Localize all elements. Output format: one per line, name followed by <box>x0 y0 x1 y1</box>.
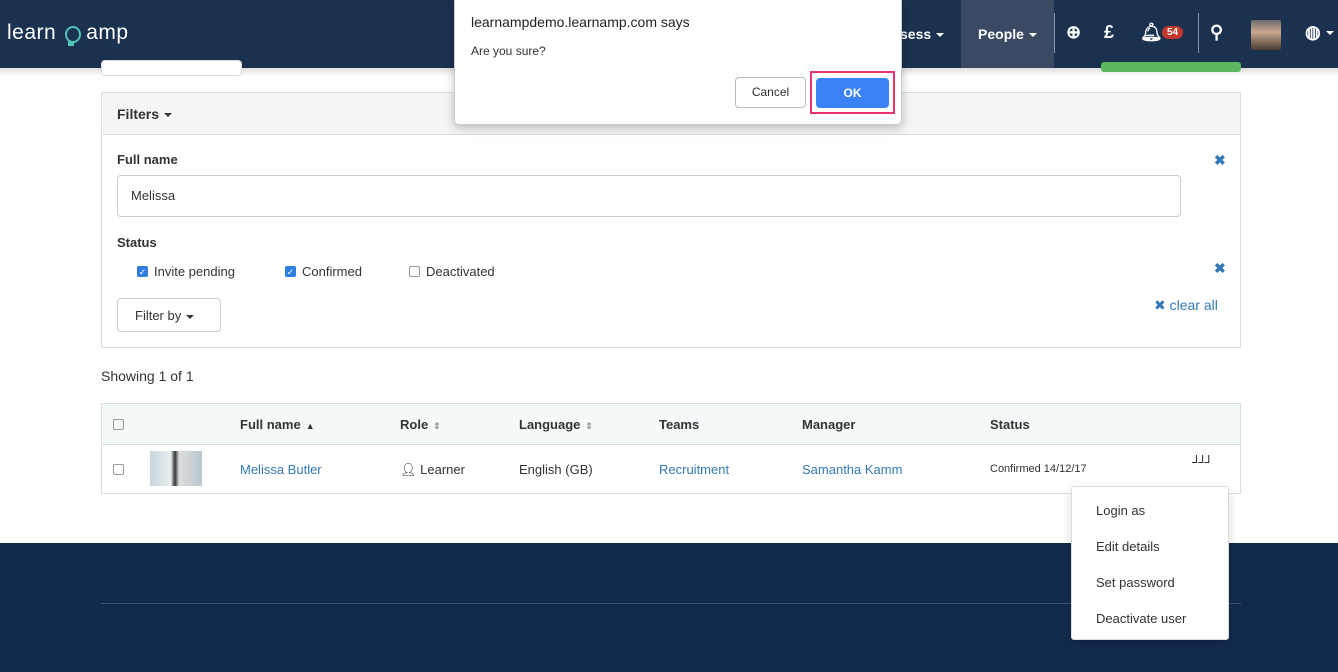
menu-item-login-as[interactable]: Login as <box>1072 495 1228 531</box>
user-role: 👤︎ Learner <box>400 462 465 477</box>
menu-item-deactivate-user[interactable]: Deactivate user <box>1072 603 1228 639</box>
top-button[interactable] <box>101 60 242 76</box>
actions-dropdown: Login as Edit details Set password Deact… <box>1071 486 1229 640</box>
menu-item-edit-details[interactable]: Edit details <box>1072 531 1228 567</box>
full-name-input[interactable]: Melissa <box>117 175 1181 217</box>
header-role[interactable]: Role ⇕ <box>400 417 441 432</box>
header-teams: Teams <box>659 417 700 432</box>
plus-circle-icon[interactable]: ⊕ <box>1066 22 1081 43</box>
header-status: Status <box>990 417 1030 432</box>
divider <box>1198 13 1199 53</box>
checkbox-deactivated[interactable]: Deactivated <box>409 264 495 279</box>
row-checkbox[interactable] <box>113 464 124 475</box>
menu-item-set-password[interactable]: Set password <box>1072 567 1228 603</box>
team-link[interactable]: Recruitment <box>659 462 729 477</box>
caret-down-icon <box>1028 33 1037 38</box>
user-language: English (GB) <box>519 462 593 477</box>
header-full-name[interactable]: Full name ▲ <box>240 417 315 432</box>
filter-by-button[interactable]: Filter by <box>117 298 221 332</box>
user-name-link[interactable]: Melissa Butler <box>240 462 322 477</box>
users-table: Full name ▲ Role ⇕ Language ⇕ Teams Manager… <box>101 403 1241 494</box>
table-row: Melissa Butler 👤︎ Learner English (GB) R… <box>102 445 1240 493</box>
caret-down-icon <box>936 33 945 38</box>
ok-button[interactable]: OK <box>816 78 889 108</box>
nav-item-people[interactable]: People <box>961 0 1054 68</box>
select-all-checkbox[interactable] <box>113 419 124 430</box>
user-icon: 👤︎ <box>400 462 417 477</box>
actions-menu-button[interactable]: ⅃⅃⅃ <box>1192 453 1210 466</box>
search-icon[interactable]: ⚲ <box>1210 22 1223 43</box>
bell-icon[interactable]: 🔔︎ <box>1140 22 1163 43</box>
pound-icon[interactable]: £ <box>1104 22 1114 43</box>
ok-highlight: OK <box>810 71 895 114</box>
green-button[interactable] <box>1101 62 1241 72</box>
header-manager: Manager <box>802 417 856 432</box>
remove-filter-icon[interactable]: ✖ <box>1214 152 1226 169</box>
checkbox-confirmed[interactable]: ✓ Confirmed <box>285 264 362 279</box>
logo[interactable]: learn amp <box>7 18 129 48</box>
lightbulb-icon <box>58 18 84 48</box>
avatar[interactable] <box>1251 20 1281 50</box>
user-photo <box>150 451 202 486</box>
manager-link[interactable]: Samantha Kamm <box>802 462 902 477</box>
checkbox-invite-pending[interactable]: ✓ Invite pending <box>137 264 235 279</box>
full-name-label: Full name <box>117 152 178 167</box>
confirm-dialog: learnampdemo.learnamp.com says Are you s… <box>454 0 902 125</box>
clear-all-link[interactable]: ✖ clear all <box>1154 297 1218 314</box>
user-status: Confirmed 14/12/17 <box>990 463 1087 475</box>
results-count: Showing 1 of 1 <box>101 368 194 384</box>
nav-item-assess[interactable]: sess <box>900 0 945 68</box>
filters-panel: Filters Full name Melissa ✖ Status ✓ Invi… <box>101 92 1241 348</box>
logo-text: learn <box>7 21 57 44</box>
dialog-message: Are you sure? <box>471 44 546 58</box>
globe-icon[interactable]: ◍ <box>1305 22 1334 43</box>
remove-filter-icon[interactable]: ✖ <box>1214 260 1226 277</box>
notification-badge: 54 <box>1162 26 1184 39</box>
header-language[interactable]: Language ⇕ <box>519 417 593 432</box>
logo-text: amp <box>86 21 129 44</box>
dialog-title: learnampdemo.learnamp.com says <box>471 14 690 30</box>
divider <box>1054 13 1055 53</box>
status-label: Status <box>117 235 157 250</box>
cancel-button[interactable]: Cancel <box>735 77 806 108</box>
divider <box>101 603 1241 604</box>
